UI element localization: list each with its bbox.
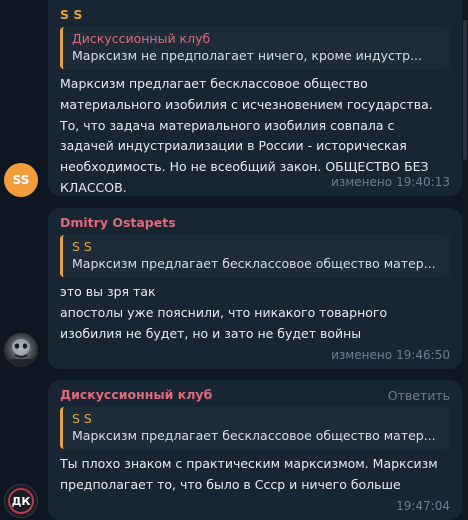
- text-line: То, что задача материального изобилия со…: [60, 117, 395, 133]
- quote-sender: S S: [72, 239, 92, 254]
- message-bubble[interactable]: Dmitry Ostapets S S Марксизм предлагает …: [48, 208, 462, 369]
- text-line: это вы зря так: [60, 284, 156, 299]
- reply-button[interactable]: Ответить: [388, 388, 450, 403]
- timestamp: 19:46:50: [396, 348, 450, 362]
- text-line: задачей индустриализации в России - исто…: [60, 138, 407, 154]
- message-bubble[interactable]: Дискуссионный клуб Ответить S S Марксизм…: [48, 380, 462, 520]
- quote-sender: S S: [72, 411, 92, 426]
- text-line: изобилия не будет, но и зато не будет во…: [60, 325, 362, 341]
- reply-quote[interactable]: Дискуссионный клуб Марксизм не предполаг…: [60, 27, 450, 69]
- chat-history: S S Дискуссионный клуб Марксизм не предп…: [0, 0, 462, 520]
- message-bubble[interactable]: S S Дискуссионный клуб Марксизм не предп…: [48, 0, 462, 196]
- message-text: Ты плохо знаком с практическим марксизмо…: [60, 454, 450, 496]
- message-text: это вы зря так апостолы уже пояснили, чт…: [60, 282, 450, 344]
- avatar-image: [4, 333, 38, 367]
- text-line: апостолы уже пояснили, что никакого това…: [60, 304, 388, 320]
- avatar[interactable]: SS: [4, 163, 38, 197]
- scrollbar-thumb[interactable]: [463, 20, 467, 160]
- text-line: материального изобилия с исчезновением г…: [60, 96, 433, 112]
- message-meta: 19:47:04: [396, 499, 450, 513]
- text-line: предполагает то, что было в Ссср и ничег…: [60, 476, 401, 492]
- text-line: Ты плохо знаком с практическим марксизмо…: [60, 456, 438, 471]
- message-meta: изменено 19:46:50: [331, 348, 450, 362]
- timestamp: 19:40:13: [396, 175, 450, 189]
- quote-text: Марксизм предлагает бесклассовое обществ…: [72, 256, 436, 271]
- quote-text: Марксизм предлагает бесклассовое обществ…: [72, 428, 436, 443]
- edited-label: изменено: [331, 175, 393, 189]
- avatar-initials: SS: [12, 173, 30, 187]
- scrollbar[interactable]: [462, 0, 468, 520]
- reply-quote[interactable]: S S Марксизм предлагает бесклассовое общ…: [60, 235, 450, 277]
- avatar-photo[interactable]: [4, 333, 38, 367]
- text-line: Марксизм предлагает бесклассовое обществ…: [60, 76, 368, 91]
- edited-label: изменено: [331, 348, 393, 362]
- avatar-initials: ДК: [11, 494, 31, 508]
- sender-name[interactable]: S S: [60, 6, 450, 23]
- reply-quote[interactable]: S S Марксизм предлагает бесклассовое общ…: [60, 407, 450, 449]
- sender-name[interactable]: Dmitry Ostapets: [60, 214, 450, 231]
- message-meta: изменено 19:40:13: [331, 175, 450, 189]
- quote-sender: Дискуссионный клуб: [72, 31, 211, 46]
- avatar[interactable]: ДК: [4, 484, 38, 518]
- quote-text: Марксизм не предполагает ничего, кроме и…: [72, 48, 422, 63]
- timestamp: 19:47:04: [396, 499, 450, 513]
